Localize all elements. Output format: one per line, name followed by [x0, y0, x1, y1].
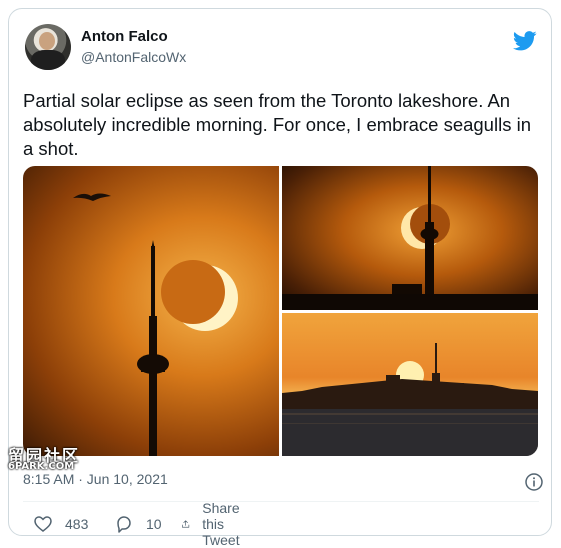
share-icon [182, 520, 190, 528]
info-icon[interactable] [525, 473, 543, 491]
author-name[interactable]: Anton Falco [81, 28, 168, 45]
twitter-bird-icon[interactable] [513, 31, 537, 51]
media-grid [23, 166, 538, 456]
eclipse-photo-large[interactable] [23, 166, 279, 456]
divider [23, 501, 539, 502]
avatar[interactable] [25, 24, 71, 70]
tweet-timestamp[interactable]: 8:15 AM · Jun 10, 2021 [23, 471, 168, 487]
like-button[interactable]: 483 [33, 513, 88, 535]
watermark-url: 6PARK.COM [8, 461, 75, 472]
skyline-photo[interactable] [282, 313, 538, 456]
reply-count: 10 [146, 516, 162, 532]
eclipse-photo-tower[interactable] [282, 166, 538, 310]
author-handle[interactable]: @AntonFalcoWx [81, 49, 186, 65]
reply-button[interactable]: 10 [114, 513, 162, 535]
tweet-text: Partial solar eclipse as seen from the T… [23, 90, 531, 159]
reply-icon [117, 516, 131, 533]
tweet-card: Anton Falco @AntonFalcoWx Partial solar … [8, 8, 552, 548]
heart-icon [34, 516, 52, 532]
share-button[interactable]: Share this Tweet [181, 500, 250, 548]
share-label: Share this Tweet [202, 500, 240, 548]
like-count: 483 [65, 516, 89, 532]
